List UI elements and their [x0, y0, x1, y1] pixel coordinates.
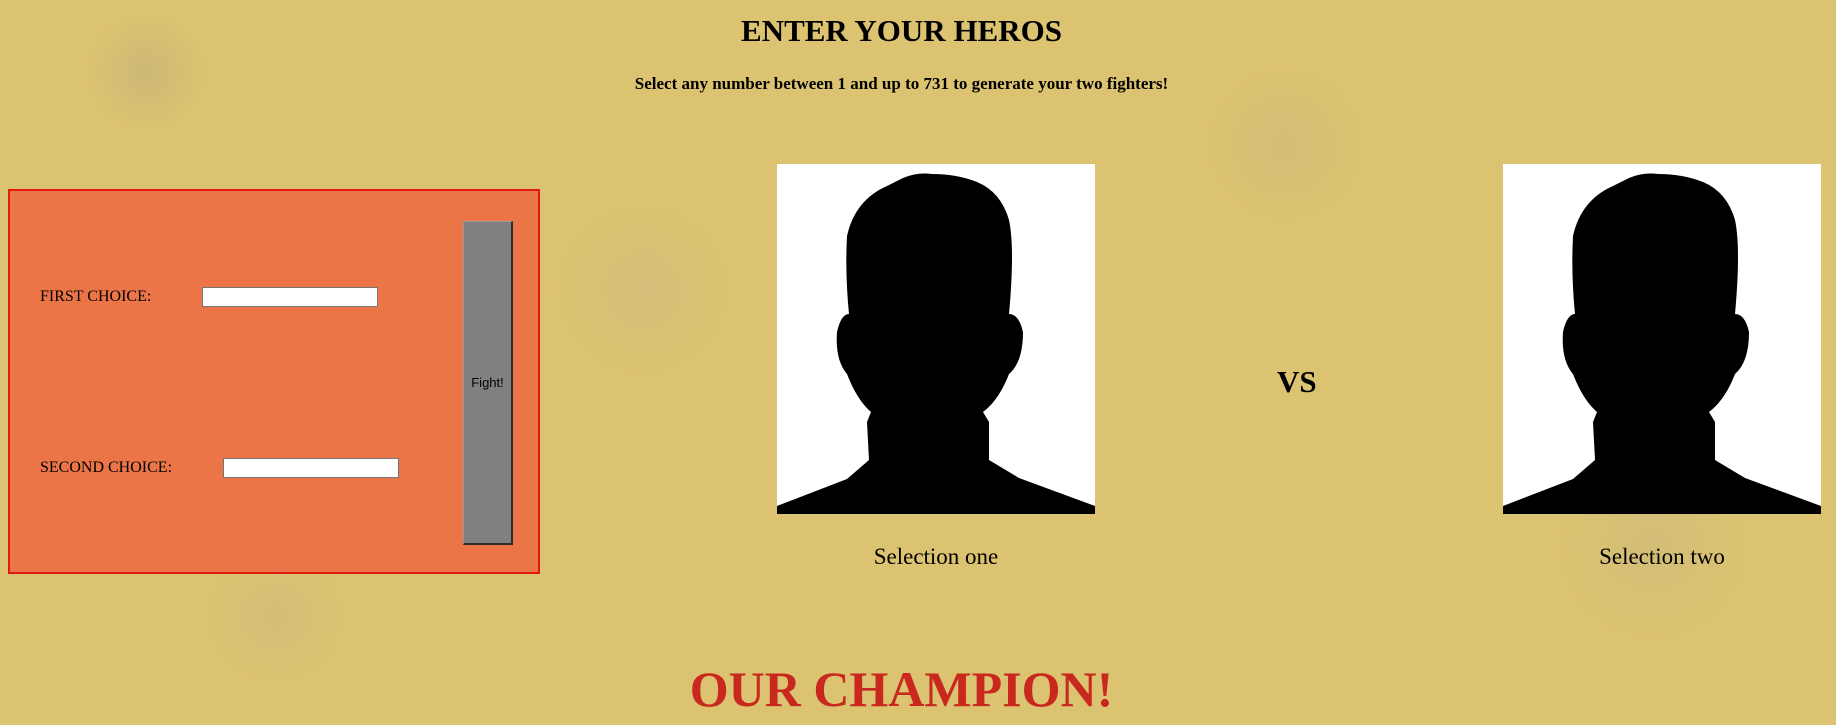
first-choice-input[interactable] — [202, 287, 378, 307]
fighter-one-caption: Selection one — [873, 544, 999, 569]
second-choice-input[interactable] — [223, 458, 399, 478]
instructions-text: Select any number between 1 and up to 73… — [634, 74, 1169, 93]
fighter-two-portrait — [1503, 164, 1821, 514]
champion-heading: OUR CHAMPION! — [689, 661, 1114, 717]
fighter-two-caption: Selection two — [1599, 544, 1725, 569]
fight-button[interactable]: Fight! — [463, 221, 513, 545]
first-choice-label: FIRST CHOICE: — [40, 288, 152, 305]
person-silhouette-icon — [777, 173, 1095, 514]
fighter-one-portrait — [777, 164, 1095, 514]
hero-selection-form: FIRST CHOICE: SECOND CHOICE: Fight! — [8, 189, 540, 574]
person-silhouette-icon — [1503, 173, 1821, 514]
versus-label: VS — [1277, 364, 1317, 399]
second-choice-label: SECOND CHOICE: — [40, 459, 173, 476]
page-title: ENTER YOUR HEROS — [741, 13, 1062, 48]
